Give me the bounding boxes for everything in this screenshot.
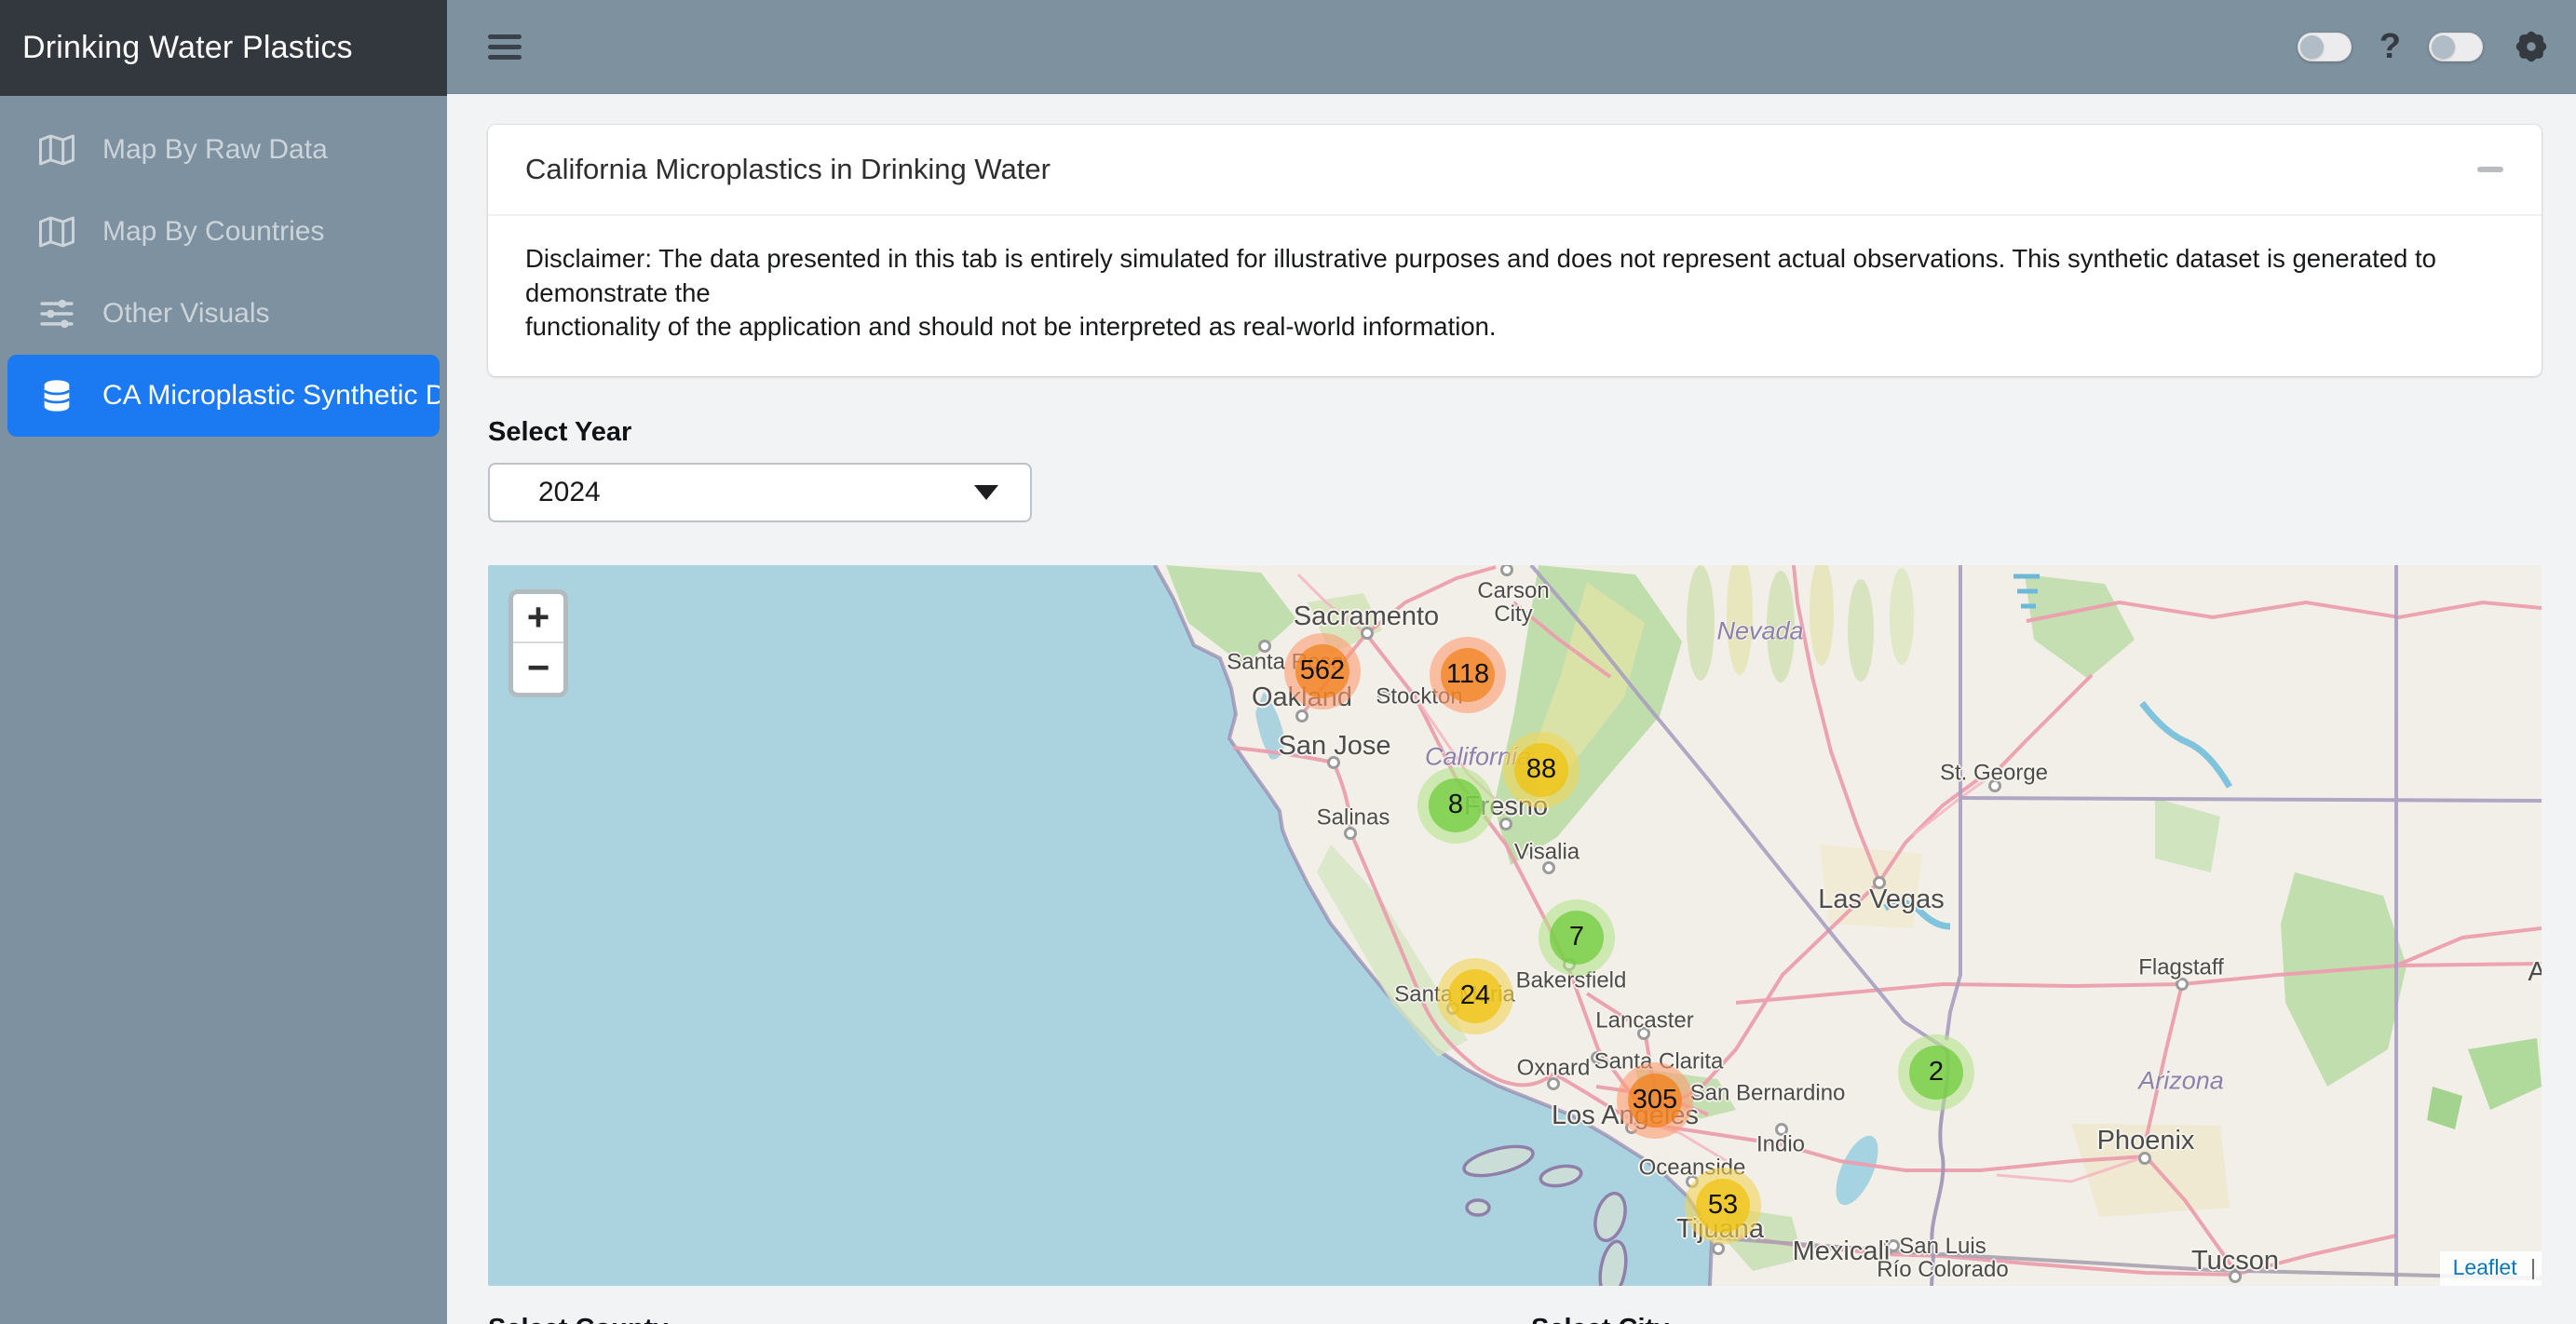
- marker-cluster[interactable]: 8: [1417, 767, 1494, 844]
- city-label: A: [2528, 958, 2542, 986]
- chevron-down-icon: [974, 485, 998, 500]
- marker-cluster[interactable]: 118: [1430, 637, 1506, 713]
- database-icon: [37, 377, 80, 414]
- city-label: Phoenix: [2097, 1127, 2195, 1155]
- city-label: St. George: [1940, 761, 2048, 784]
- marker-cluster[interactable]: 53: [1685, 1168, 1761, 1244]
- state-label: Nevada: [1716, 616, 1803, 645]
- sliders-icon: [37, 295, 80, 332]
- gear-icon[interactable]: [2511, 26, 2552, 67]
- zoom-out-button[interactable]: −: [513, 643, 563, 693]
- city-label: San Bernardino: [1690, 1081, 1846, 1104]
- city-label: Flagstaff: [2138, 955, 2224, 979]
- card-body: Disclaimer: The data presented in this t…: [488, 216, 2542, 376]
- marker-cluster-count: 24: [1448, 969, 1502, 1023]
- city-label: Indio: [1756, 1132, 1805, 1155]
- navbar-toggle-left[interactable]: [2298, 33, 2352, 61]
- top-navbar: ?: [447, 0, 2576, 94]
- help-icon[interactable]: ?: [2379, 29, 2401, 64]
- marker-cluster[interactable]: 305: [1617, 1062, 1693, 1139]
- navbar-right-controls: ?: [2298, 26, 2552, 67]
- city-label: Visalia: [1514, 840, 1579, 863]
- attribution-separator: |: [2530, 1255, 2536, 1279]
- select-county-label: Select County: [488, 1314, 1531, 1324]
- marker-cluster[interactable]: 7: [1539, 899, 1615, 976]
- disclaimer-text-line1: Disclaimer: The data presented in this t…: [525, 242, 2504, 310]
- zoom-in-button[interactable]: +: [513, 594, 563, 643]
- navbar-toggle-right[interactable]: [2429, 33, 2483, 61]
- city-dot: [1712, 1242, 1725, 1255]
- sidebar-item-label: CA Microplastic Synthetic Data: [102, 380, 440, 412]
- main-area: ? California Microplastics in Drinking W…: [447, 0, 2576, 1324]
- city-label: CarsonCity: [1477, 579, 1549, 626]
- collapse-minus-button[interactable]: [2476, 151, 2504, 188]
- leaflet-map[interactable]: NevadaCaliforniaArizonaCarsonCitySacrame…: [488, 565, 2542, 1286]
- marker-cluster-count: 118: [1441, 648, 1495, 702]
- city-label: San Jose: [1279, 732, 1391, 760]
- city-label: Salinas: [1317, 805, 1390, 829]
- disclaimer-text-line2: functionality of the application and sho…: [525, 310, 2504, 345]
- city-label: Lancaster: [1595, 1008, 1693, 1032]
- bottom-selects-row: Select County Select City: [488, 1297, 2542, 1324]
- marker-cluster-count: 88: [1514, 743, 1568, 797]
- city-label: Tucson: [2191, 1247, 2279, 1275]
- marker-cluster[interactable]: 2: [1898, 1034, 1974, 1111]
- marker-cluster-count: 2: [1909, 1046, 1963, 1100]
- sidebar: Drinking Water Plastics Map By Raw DataM…: [0, 0, 447, 1324]
- map-icon: [37, 131, 80, 169]
- map-attribution: Leaflet |: [2440, 1251, 2542, 1286]
- info-card: California Microplastics in Drinking Wat…: [488, 125, 2542, 376]
- sidebar-item-label: Map By Raw Data: [102, 134, 328, 166]
- brand-title: Drinking Water Plastics: [22, 30, 353, 66]
- marker-cluster[interactable]: 562: [1284, 633, 1361, 709]
- basemap-tiles: [488, 565, 2542, 1286]
- select-city-label: Select City: [1531, 1314, 1669, 1324]
- year-select[interactable]: 2024: [488, 463, 1032, 522]
- city-label: San LuisRío Colorado: [1877, 1235, 2008, 1281]
- brand: Drinking Water Plastics: [0, 0, 447, 96]
- city-label: Oxnard: [1517, 1056, 1591, 1079]
- city-label: Las Vegas: [1818, 885, 1944, 913]
- city-label: Sacramento: [1294, 602, 1439, 630]
- sidebar-item-ca-synthetic[interactable]: CA Microplastic Synthetic Data: [7, 355, 440, 437]
- sidebar-menu: Map By Raw Data Map By Countries Other Vis…: [0, 96, 447, 437]
- card-title: California Microplastics in Drinking Wat…: [525, 153, 1051, 186]
- marker-cluster-count: 562: [1295, 644, 1349, 698]
- marker-cluster-count: 7: [1550, 911, 1604, 965]
- select-year-label: Select Year: [488, 417, 2542, 448]
- year-select-value: 2024: [538, 477, 601, 508]
- map-icon: [37, 213, 80, 250]
- leaflet-attribution-link[interactable]: Leaflet: [2453, 1255, 2517, 1279]
- sidebar-item-other-visuals[interactable]: Other Visuals: [0, 273, 447, 355]
- marker-cluster-count: 53: [1696, 1179, 1750, 1233]
- sidebar-item-raw-data[interactable]: Map By Raw Data: [0, 109, 447, 191]
- sidebar-item-label: Other Visuals: [102, 298, 270, 330]
- sidebar-toggle-hamburger-icon[interactable]: [488, 29, 525, 65]
- sidebar-item-countries[interactable]: Map By Countries: [0, 191, 447, 273]
- page-content: California Microplastics in Drinking Wat…: [447, 94, 2576, 1324]
- marker-cluster-count: 8: [1429, 778, 1483, 832]
- marker-cluster[interactable]: 88: [1503, 732, 1579, 808]
- map-zoom-control: + −: [508, 589, 568, 697]
- marker-cluster[interactable]: 24: [1437, 958, 1513, 1034]
- marker-cluster-count: 305: [1628, 1074, 1682, 1128]
- state-label: Arizona: [2138, 1066, 2224, 1095]
- card-header: California Microplastics in Drinking Wat…: [488, 125, 2542, 216]
- city-label: Mexicali: [1793, 1237, 1891, 1265]
- app-root: Drinking Water Plastics Map By Raw DataM…: [0, 0, 2576, 1324]
- sidebar-item-label: Map By Countries: [102, 216, 324, 248]
